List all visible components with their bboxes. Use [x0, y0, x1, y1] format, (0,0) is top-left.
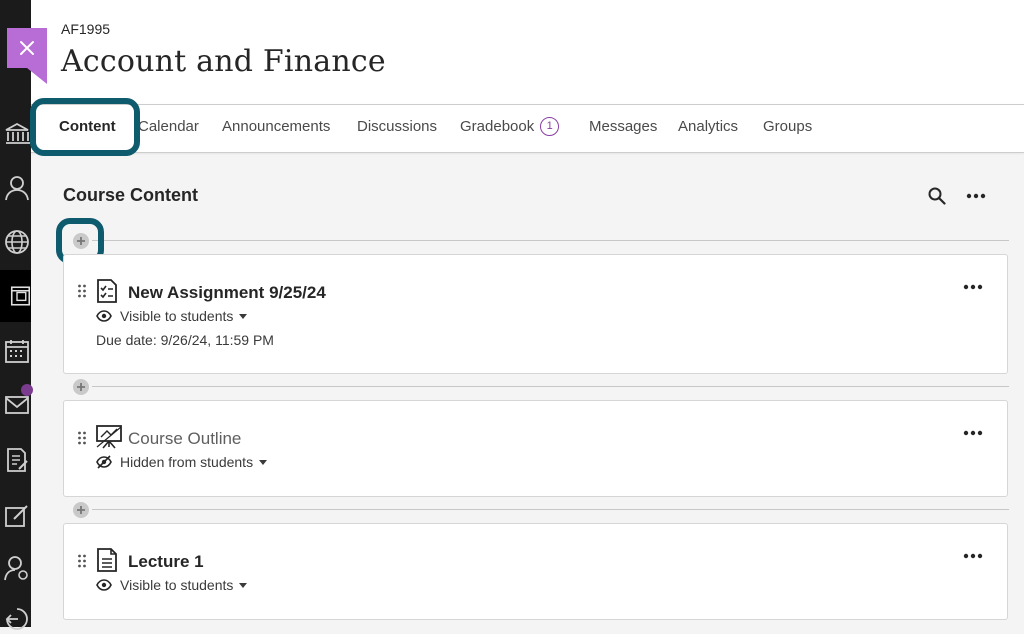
tab-discussions[interactable]: Discussions — [357, 105, 437, 152]
course-header: AF1995 Account and Finance — [31, 0, 1024, 104]
more-horizontal-icon — [966, 193, 986, 199]
tab-analytics[interactable]: Analytics — [678, 105, 738, 152]
item-more-options-button[interactable] — [963, 546, 983, 564]
divider — [92, 240, 1009, 241]
visibility-dropdown[interactable]: Hidden from students — [96, 454, 268, 470]
plus-icon — [77, 506, 85, 514]
tab-groups[interactable]: Groups — [763, 105, 812, 152]
chevron-down-icon — [239, 582, 248, 588]
add-content-button[interactable] — [73, 379, 89, 395]
tab-calendar[interactable]: Calendar — [138, 105, 199, 152]
visibility-label: Visible to students — [120, 308, 234, 324]
search-icon — [928, 187, 946, 205]
tools-icon[interactable] — [4, 501, 31, 531]
content-more-options-button[interactable] — [964, 186, 988, 206]
item-title[interactable]: Lecture 1 — [128, 552, 204, 572]
due-date: Due date: 9/26/24, 11:59 PM — [96, 332, 274, 348]
tab-content[interactable]: Content — [59, 105, 116, 152]
assignment-icon — [96, 279, 118, 308]
content-item-card[interactable]: Lecture 1 Visible to students — [63, 523, 1008, 620]
drag-handle-icon[interactable] — [78, 431, 86, 450]
content-item-card[interactable]: New Assignment 9/25/24 Visible to studen… — [63, 254, 1008, 374]
divider — [92, 386, 1009, 387]
admin-icon[interactable] — [4, 553, 31, 583]
visibility-dropdown[interactable]: Visible to students — [96, 308, 248, 324]
grades-icon[interactable] — [4, 445, 31, 475]
chevron-down-icon — [259, 459, 268, 465]
course-code: AF1995 — [61, 21, 111, 37]
plus-icon — [77, 383, 85, 391]
item-title[interactable]: Course Outline — [128, 429, 241, 449]
eye-icon — [96, 579, 112, 591]
messages-badge — [21, 384, 33, 396]
visibility-label: Hidden from students — [120, 454, 254, 470]
globe-icon[interactable] — [4, 227, 31, 257]
search-button[interactable] — [926, 185, 948, 207]
gradebook-count-badge: 1 — [540, 116, 560, 136]
courses-icon[interactable] — [0, 270, 31, 322]
item-title[interactable]: New Assignment 9/25/24 — [128, 283, 326, 303]
calendar-icon[interactable] — [4, 336, 31, 366]
item-more-options-button[interactable] — [963, 277, 983, 295]
item-more-options-button[interactable] — [963, 423, 983, 441]
institution-icon[interactable] — [4, 119, 31, 149]
course-content-title: Course Content — [63, 185, 198, 205]
course-tabs: Content Calendar Announcements Discussio… — [31, 104, 1024, 153]
profile-icon[interactable] — [4, 173, 31, 203]
add-content-button[interactable] — [73, 233, 89, 249]
drag-handle-icon[interactable] — [78, 554, 86, 573]
content-item-card[interactable]: Course Outline Hidden from students — [63, 400, 1008, 497]
drag-handle-icon[interactable] — [78, 284, 86, 303]
tab-gradebook[interactable]: Gradebook 1 — [460, 105, 560, 152]
side-navigation — [0, 0, 33, 630]
tab-messages[interactable]: Messages — [589, 105, 657, 152]
visibility-label: Visible to students — [120, 577, 234, 593]
signout-icon[interactable] — [4, 604, 31, 634]
presentation-icon — [96, 425, 122, 454]
plus-icon — [77, 237, 85, 245]
document-icon — [96, 548, 118, 577]
course-title: Account and Finance — [61, 44, 386, 79]
more-horizontal-icon — [963, 284, 983, 290]
eye-slash-icon — [96, 455, 112, 469]
divider — [92, 509, 1009, 510]
tab-gradebook-label: Gradebook — [460, 118, 535, 135]
add-content-button[interactable] — [73, 502, 89, 518]
more-horizontal-icon — [963, 553, 983, 559]
chevron-down-icon — [239, 313, 248, 319]
visibility-dropdown[interactable]: Visible to students — [96, 577, 248, 593]
tab-announcements[interactable]: Announcements — [222, 105, 330, 152]
more-horizontal-icon — [963, 430, 983, 436]
close-course-button[interactable] — [7, 28, 47, 84]
eye-icon — [96, 310, 112, 322]
